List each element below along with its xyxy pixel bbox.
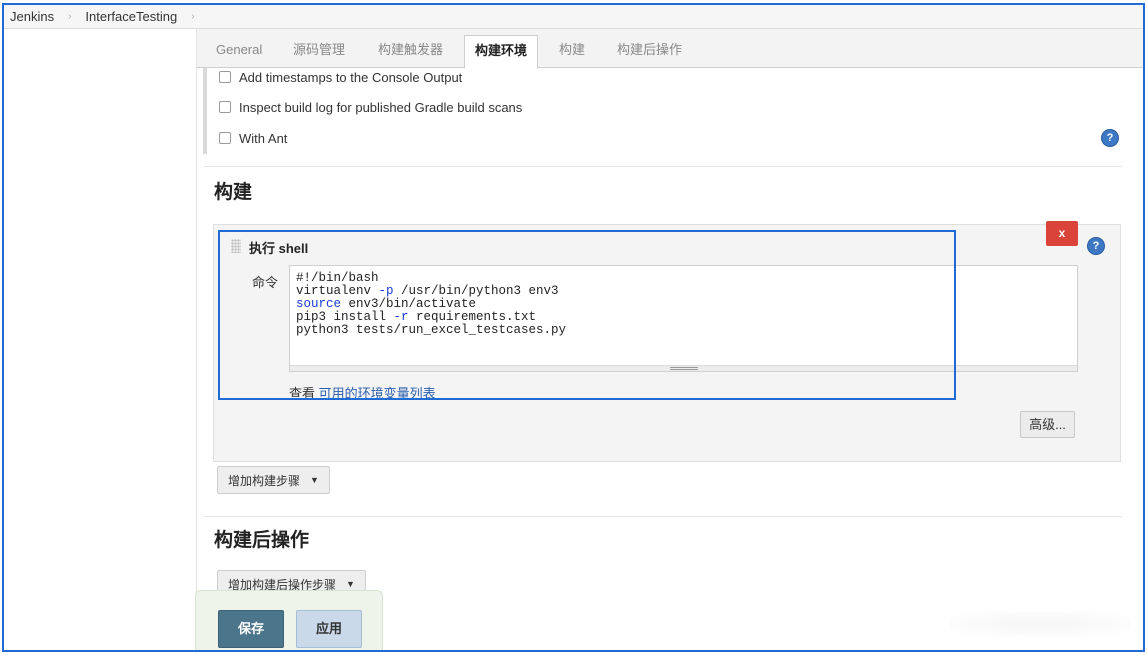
- option-gradle-scans[interactable]: Inspect build log for published Gradle b…: [219, 98, 522, 116]
- post-build-section-title: 构建后操作: [214, 530, 310, 551]
- tab-post-build[interactable]: 构建后操作: [607, 35, 692, 68]
- add-build-step-label: 增加构建步骤: [228, 473, 301, 488]
- code-keyword: -p: [371, 284, 394, 298]
- section-divider: [204, 516, 1122, 517]
- timestamps-checkbox[interactable]: [219, 71, 231, 83]
- env-vars-row: 查看 可用的环境变量列表: [289, 383, 436, 402]
- tab-build-triggers[interactable]: 构建触发器: [368, 35, 453, 68]
- tab-general[interactable]: General: [206, 35, 272, 68]
- code-keyword: source: [296, 297, 342, 311]
- build-environment-section: Add timestamps to the Console Output Ins…: [203, 68, 1133, 154]
- option-label: Inspect build log for published Gradle b…: [239, 99, 523, 115]
- command-textarea[interactable]: #!/bin/bash virtualenv -p /usr/bin/pytho…: [289, 265, 1078, 372]
- tab-build-environment[interactable]: 构建环境: [464, 35, 539, 69]
- tab-source-control[interactable]: 源码管理: [283, 35, 355, 68]
- grip-icon: [670, 367, 698, 370]
- option-label: With Ant: [239, 130, 288, 146]
- build-section-title: 构建: [214, 182, 253, 203]
- help-icon[interactable]: ?: [1088, 238, 1104, 254]
- breadcrumb-job[interactable]: InterfaceTesting: [85, 9, 177, 24]
- breadcrumb-jenkins[interactable]: Jenkins: [10, 9, 54, 24]
- config-tabbar: General 源码管理 构建触发器 构建环境 构建 构建后操作: [197, 29, 1143, 69]
- caret-down-icon: ▼: [346, 579, 355, 589]
- add-build-step-button[interactable]: 增加构建步骤 ▼: [217, 466, 330, 494]
- drag-handle-icon[interactable]: [231, 239, 241, 253]
- command-label: 命令: [252, 275, 279, 290]
- breadcrumb: Jenkins › InterfaceTesting ›: [4, 5, 1143, 29]
- blurred-region: [950, 612, 1130, 636]
- delete-step-button[interactable]: x: [1046, 221, 1078, 246]
- apply-button[interactable]: 应用: [296, 610, 362, 648]
- option-label: Add timestamps to the Console Output: [239, 69, 463, 85]
- save-button[interactable]: 保存: [218, 610, 284, 648]
- tab-build[interactable]: 构建: [549, 35, 595, 68]
- left-sidebar: [4, 29, 197, 650]
- textarea-resize-handle[interactable]: [290, 365, 1077, 371]
- help-icon[interactable]: ?: [1102, 130, 1118, 146]
- env-link-prefix: 查看: [289, 386, 319, 401]
- caret-down-icon: ▼: [310, 475, 319, 485]
- section-divider: [204, 166, 1122, 167]
- with-ant-checkbox[interactable]: [219, 132, 231, 144]
- code-line: python3 tests/run_excel_testcases.py: [296, 323, 567, 337]
- code-keyword: -r: [386, 310, 409, 324]
- option-with-ant[interactable]: With Ant: [219, 129, 287, 147]
- step-title: 执行 shell: [249, 241, 309, 256]
- chevron-right-icon[interactable]: ›: [191, 11, 194, 22]
- option-timestamps[interactable]: Add timestamps to the Console Output: [219, 68, 462, 86]
- advanced-button[interactable]: 高级...: [1020, 411, 1075, 438]
- env-vars-link[interactable]: 可用的环境变量列表: [319, 386, 436, 401]
- gradle-scans-checkbox[interactable]: [219, 101, 231, 113]
- chevron-right-icon[interactable]: ›: [68, 11, 71, 22]
